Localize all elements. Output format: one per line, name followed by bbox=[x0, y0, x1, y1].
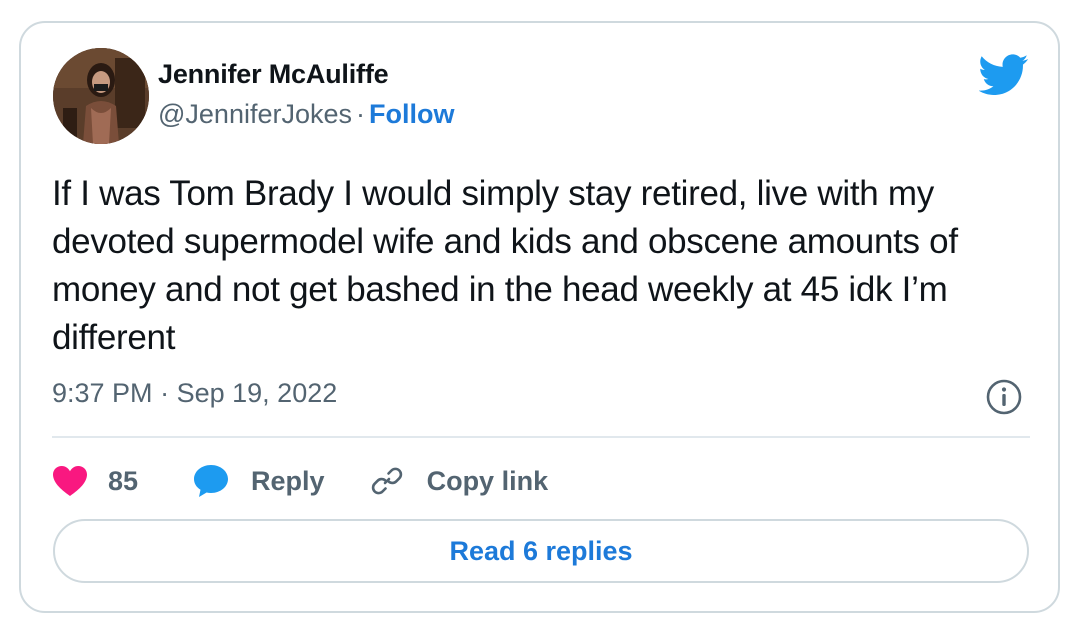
twitter-bird-icon[interactable] bbox=[979, 54, 1029, 96]
reply-button[interactable]: Reply bbox=[193, 464, 325, 498]
speech-bubble-icon[interactable] bbox=[193, 464, 229, 498]
author-handle[interactable]: @JenniferJokes bbox=[158, 99, 352, 129]
heart-icon[interactable] bbox=[52, 465, 88, 497]
avatar[interactable] bbox=[53, 48, 149, 144]
tweet-card: Jennifer McAuliffe @JenniferJokes · Follow… bbox=[19, 21, 1060, 613]
like-count: 85 bbox=[108, 465, 139, 496]
read-replies-button[interactable]: Read 6 replies bbox=[53, 519, 1029, 583]
divider bbox=[52, 436, 1030, 438]
tweet-date[interactable]: Sep 19, 2022 bbox=[177, 378, 338, 408]
like-button[interactable]: 85 bbox=[52, 465, 138, 497]
action-bar: 85 Reply Copy link bbox=[52, 459, 548, 503]
author-name[interactable]: Jennifer McAuliffe bbox=[158, 59, 389, 90]
copy-link-label: Copy link bbox=[426, 465, 549, 496]
timestamp[interactable]: 9:37 PM · Sep 19, 2022 bbox=[52, 378, 337, 409]
handle-separator: · bbox=[356, 99, 365, 129]
handle-row: @JenniferJokes · Follow bbox=[158, 99, 454, 130]
reply-label: Reply bbox=[251, 465, 325, 496]
follow-button[interactable]: Follow bbox=[369, 99, 454, 129]
tweet-text: If I was Tom Brady I would simply stay r… bbox=[52, 174, 958, 357]
copy-link-button[interactable]: Copy link bbox=[369, 463, 549, 499]
time-separator: · bbox=[160, 378, 170, 408]
tweet-time[interactable]: 9:37 PM bbox=[52, 378, 153, 408]
link-icon[interactable] bbox=[369, 463, 405, 499]
info-icon[interactable] bbox=[985, 378, 1023, 416]
